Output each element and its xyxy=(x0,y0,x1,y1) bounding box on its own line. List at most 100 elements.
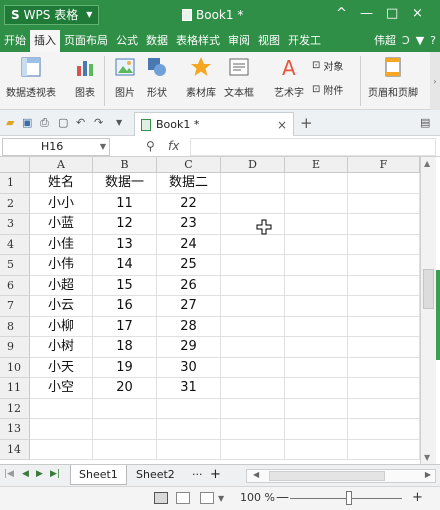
row-header[interactable]: 7 xyxy=(0,296,30,317)
add-sheet-button[interactable]: + xyxy=(202,465,229,485)
table-cell[interactable] xyxy=(157,398,221,419)
table-cell[interactable] xyxy=(93,419,157,440)
zoom-level[interactable]: 100 % xyxy=(240,491,275,504)
table-cell[interactable] xyxy=(93,398,157,419)
table-cell[interactable] xyxy=(285,296,348,317)
table-cell[interactable]: 小云 xyxy=(30,296,93,317)
zoom-slider-thumb[interactable] xyxy=(346,491,352,505)
chevron-down-icon[interactable]: ▼ xyxy=(100,139,106,155)
shape-button[interactable]: 形状 xyxy=(146,56,168,99)
table-cell[interactable]: 22 xyxy=(157,193,221,214)
table-cell[interactable] xyxy=(348,214,420,235)
table-cell[interactable] xyxy=(285,357,348,378)
table-cell[interactable] xyxy=(348,296,420,317)
row-header[interactable]: 6 xyxy=(0,275,30,296)
vertical-scrollbar[interactable]: ▲ ▼ xyxy=(420,157,436,464)
help-button[interactable]: ? xyxy=(430,30,436,52)
tab-list-icon[interactable]: ▤ xyxy=(420,116,430,129)
side-panel-handle[interactable] xyxy=(436,270,440,360)
table-cell[interactable]: 小伟 xyxy=(30,255,93,276)
table-cell[interactable] xyxy=(285,316,348,337)
table-cell[interactable]: 13 xyxy=(93,234,157,255)
table-cell[interactable]: 小空 xyxy=(30,378,93,399)
header-footer-button[interactable]: 页眉和页脚 xyxy=(368,56,418,99)
row-header[interactable]: 1 xyxy=(0,173,30,194)
table-cell[interactable] xyxy=(221,378,285,399)
table-cell[interactable]: 17 xyxy=(93,316,157,337)
table-cell[interactable] xyxy=(93,439,157,460)
sheet-tab-sheet1[interactable]: Sheet1 xyxy=(70,465,127,485)
table-cell[interactable] xyxy=(348,337,420,358)
table-cell[interactable] xyxy=(285,275,348,296)
table-cell[interactable]: 19 xyxy=(93,357,157,378)
table-cell[interactable]: 18 xyxy=(93,337,157,358)
table-cell[interactable] xyxy=(285,193,348,214)
row-header[interactable]: 3 xyxy=(0,214,30,235)
tab-review[interactable]: 审阅 xyxy=(224,30,254,52)
attachment-button[interactable]: ⊡ 附件 xyxy=(312,82,343,97)
table-cell[interactable]: 20 xyxy=(93,378,157,399)
table-cell[interactable]: 31 xyxy=(157,378,221,399)
table-cell[interactable] xyxy=(30,439,93,460)
first-sheet-icon[interactable]: |◀ xyxy=(4,469,14,479)
app-menu-button[interactable]: S WPS 表格 ▼ xyxy=(4,5,100,25)
scroll-down-icon[interactable]: ▼ xyxy=(424,453,430,462)
table-cell[interactable]: 小蓝 xyxy=(30,214,93,235)
print-icon[interactable]: ⎙ xyxy=(40,116,49,130)
table-cell[interactable]: 数据二 xyxy=(157,173,221,194)
sheet-tab-sheet2[interactable]: Sheet2 xyxy=(128,465,183,485)
horizontal-scrollbar[interactable]: ◀ ▶ xyxy=(246,469,436,483)
table-cell[interactable]: 15 xyxy=(93,275,157,296)
table-cell[interactable]: 14 xyxy=(93,255,157,276)
picture-button[interactable]: 图片 xyxy=(114,56,136,99)
textbox-button[interactable]: 文本框 xyxy=(224,56,254,99)
tab-table-style[interactable]: 表格样式 xyxy=(172,30,224,52)
print-preview-icon[interactable]: ▢ xyxy=(58,116,68,129)
column-header[interactable]: E xyxy=(285,157,348,173)
table-cell[interactable] xyxy=(348,378,420,399)
table-cell[interactable] xyxy=(157,439,221,460)
table-cell[interactable] xyxy=(285,419,348,440)
table-cell[interactable] xyxy=(221,275,285,296)
table-cell[interactable]: 29 xyxy=(157,337,221,358)
document-tab[interactable]: Book1 * × xyxy=(134,112,294,136)
table-cell[interactable] xyxy=(30,398,93,419)
tab-insert[interactable]: 插入 xyxy=(30,30,60,52)
collapse-ribbon-button[interactable]: ^ xyxy=(336,6,347,21)
zoom-in-button[interactable]: + xyxy=(412,490,423,505)
table-cell[interactable] xyxy=(221,296,285,317)
tab-data[interactable]: 数据 xyxy=(142,30,172,52)
table-cell[interactable] xyxy=(285,398,348,419)
table-cell[interactable] xyxy=(30,419,93,440)
table-cell[interactable]: 小天 xyxy=(30,357,93,378)
undo-icon[interactable]: ↶ xyxy=(76,116,85,129)
ribbon-scroll-right-button[interactable]: › xyxy=(430,52,440,110)
table-cell[interactable] xyxy=(348,255,420,276)
table-cell[interactable] xyxy=(348,357,420,378)
table-cell[interactable]: 小柳 xyxy=(30,316,93,337)
table-cell[interactable] xyxy=(285,214,348,235)
table-cell[interactable]: 24 xyxy=(157,234,221,255)
table-cell[interactable]: 28 xyxy=(157,316,221,337)
normal-view-icon[interactable] xyxy=(154,492,168,504)
table-cell[interactable] xyxy=(348,234,420,255)
open-folder-icon[interactable]: ▰ xyxy=(6,116,14,129)
table-cell[interactable] xyxy=(285,173,348,194)
chart-button[interactable]: 图表 xyxy=(74,56,96,99)
table-cell[interactable] xyxy=(285,234,348,255)
close-button[interactable]: × xyxy=(412,6,423,21)
zoom-out-button[interactable]: — xyxy=(276,490,289,505)
tab-developer[interactable]: 开发工 xyxy=(284,30,325,52)
table-cell[interactable] xyxy=(285,337,348,358)
table-cell[interactable]: 小树 xyxy=(30,337,93,358)
next-sheet-icon[interactable]: ▶ xyxy=(36,469,43,479)
table-cell[interactable]: 11 xyxy=(93,193,157,214)
table-cell[interactable]: 26 xyxy=(157,275,221,296)
maximize-button[interactable]: □ xyxy=(386,6,398,21)
table-cell[interactable] xyxy=(221,234,285,255)
table-cell[interactable]: 小超 xyxy=(30,275,93,296)
scroll-left-icon[interactable]: ◀ xyxy=(253,470,259,479)
table-cell[interactable] xyxy=(285,439,348,460)
table-cell[interactable] xyxy=(221,337,285,358)
redo-icon[interactable]: ↷ xyxy=(94,116,103,129)
